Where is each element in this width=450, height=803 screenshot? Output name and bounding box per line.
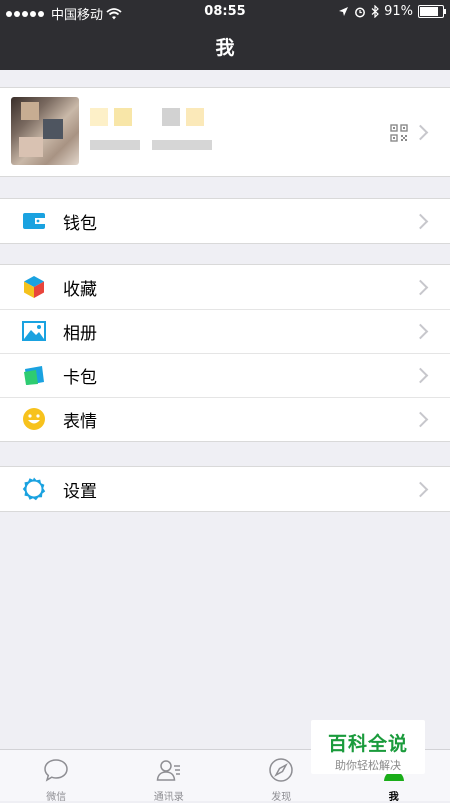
watermark-logo: 百科全说 助你轻松解决: [311, 720, 425, 774]
settings-gear-icon: [21, 476, 47, 502]
album-icon: [21, 318, 47, 344]
sticker-smile-icon: [21, 406, 47, 432]
chevron-right-icon: [413, 125, 429, 141]
menu-label: 钱包: [63, 209, 415, 234]
collection-group: 收藏 相册 卡包 表情: [0, 264, 450, 442]
top-bar: 中国移动 08:55 91% 我: [0, 0, 450, 70]
battery-percent: 91%: [384, 4, 413, 19]
menu-item-album[interactable]: 相册: [0, 309, 450, 353]
bluetooth-icon: [371, 5, 379, 18]
avatar[interactable]: [11, 97, 79, 165]
profile-card[interactable]: [0, 87, 450, 177]
tab-label: 通讯录: [113, 788, 226, 803]
menu-item-wallet[interactable]: 钱包: [0, 199, 450, 243]
chevron-right-icon: [413, 367, 429, 383]
status-bar: 中国移动 08:55 91%: [0, 0, 450, 24]
alarm-icon: [354, 6, 366, 18]
chevron-right-icon: [413, 411, 429, 427]
card-package-icon: [21, 362, 47, 388]
tab-label: 我: [338, 788, 450, 803]
chevron-right-icon: [413, 481, 429, 497]
contacts-icon: [156, 757, 182, 783]
menu-label: 收藏: [63, 275, 415, 300]
tab-chats[interactable]: 微信: [0, 750, 113, 801]
wallet-group: 钱包: [0, 198, 450, 244]
watermark-subtitle: 助你轻松解决: [311, 757, 425, 773]
chat-bubble-icon: [43, 757, 69, 783]
chevron-right-icon: [413, 279, 429, 295]
wallet-icon: [21, 208, 47, 234]
profile-id-blurred: [90, 140, 212, 150]
tab-contacts[interactable]: 通讯录: [113, 750, 226, 801]
settings-group: 设置: [0, 466, 450, 512]
battery-icon: [418, 5, 444, 18]
menu-label: 表情: [63, 407, 415, 432]
menu-label: 卡包: [63, 363, 415, 388]
tab-label: 微信: [0, 788, 113, 803]
qr-code-icon[interactable]: [390, 124, 408, 142]
page-title: 我: [0, 33, 450, 60]
favorites-cube-icon: [21, 274, 47, 300]
menu-item-card-package[interactable]: 卡包: [0, 353, 450, 397]
location-arrow-icon: [338, 6, 349, 17]
menu-item-settings[interactable]: 设置: [0, 467, 450, 511]
profile-name-blurred: [90, 108, 204, 126]
compass-icon: [268, 757, 294, 783]
chevron-right-icon: [413, 213, 429, 229]
menu-label: 设置: [63, 477, 415, 502]
menu-item-favorites[interactable]: 收藏: [0, 265, 450, 309]
tab-label: 发现: [225, 788, 338, 803]
menu-label: 相册: [63, 319, 415, 344]
menu-item-stickers[interactable]: 表情: [0, 397, 450, 441]
watermark-title: 百科全说: [311, 729, 425, 756]
chevron-right-icon: [413, 323, 429, 339]
